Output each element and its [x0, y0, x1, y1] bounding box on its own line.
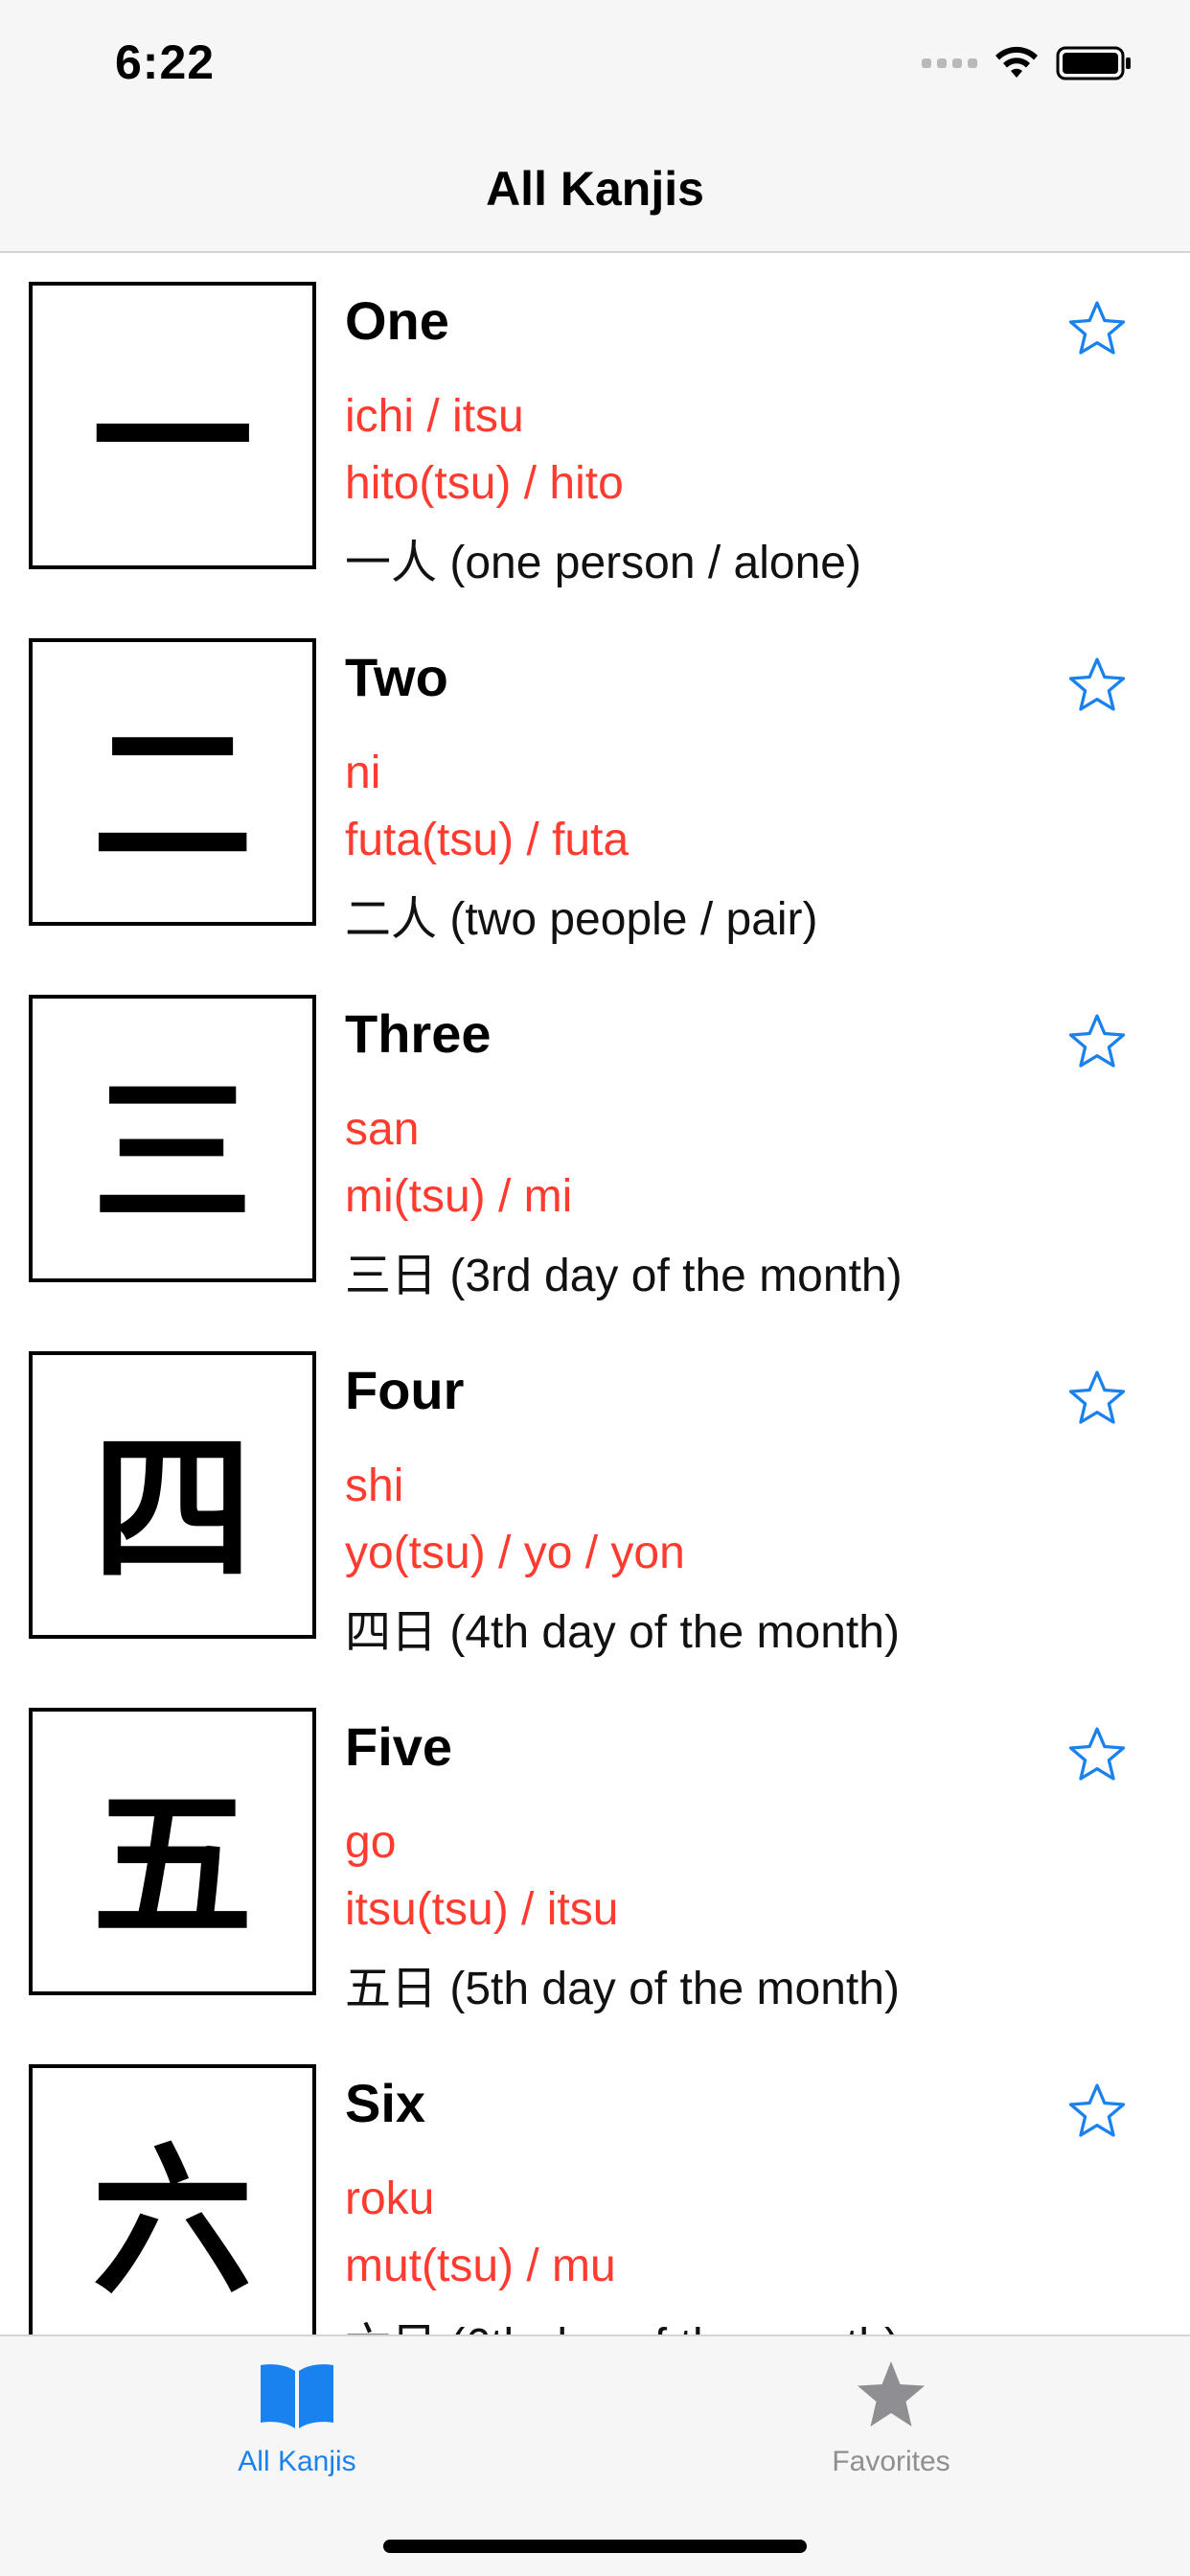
favorite-star-icon[interactable] [1067, 2082, 1127, 2141]
example-word: 三日 (3rd day of the month) [345, 1251, 903, 1301]
tab-all-kanjis[interactable]: All Kanjis [144, 2359, 450, 2494]
on-reading: ichi / itsu [345, 391, 524, 442]
favorite-star-icon[interactable] [1067, 1725, 1127, 1784]
tab-bar: All Kanjis Favorites [0, 2334, 1190, 2576]
kanji-character: 五 [29, 1708, 316, 1995]
tab-label: Favorites [832, 2446, 950, 2477]
status-indicators [922, 44, 1133, 82]
favorite-star-icon[interactable] [1067, 656, 1127, 715]
example-word: 四日 (4th day of the month) [345, 1607, 900, 1658]
kanji-character: 一 [29, 282, 316, 569]
example-word: 五日 (5th day of the month) [345, 1964, 900, 2014]
on-reading: ni [345, 748, 381, 798]
kun-reading: itsu(tsu) / itsu [345, 1884, 619, 1935]
home-indicator [383, 2540, 807, 2553]
favorite-star-icon[interactable] [1067, 1368, 1127, 1428]
kun-reading: futa(tsu) / futa [345, 815, 629, 865]
kun-reading: yo(tsu) / yo / yon [345, 1528, 685, 1578]
kanji-row[interactable]: 四 Four shi yo(tsu) / yo / yon 四日 (4th da… [0, 1322, 1190, 1679]
star-filled-icon [858, 2361, 925, 2426]
kun-reading: mi(tsu) / mi [345, 1171, 573, 1222]
status-time: 6:22 [115, 35, 216, 89]
navigation-bar: 6:22 All Kanjis [0, 0, 1190, 253]
on-reading: shi [345, 1460, 404, 1511]
kanji-meaning: One [345, 290, 449, 351]
on-reading: roku [345, 2174, 435, 2224]
favorite-star-icon[interactable] [1067, 1012, 1127, 1071]
kanji-row[interactable]: 三 Three san mi(tsu) / mi 三日 (3rd day of … [0, 966, 1190, 1322]
kanji-meaning: Six [345, 2073, 426, 2133]
kanji-meaning: Three [345, 1003, 492, 1064]
tab-label: All Kanjis [238, 2446, 356, 2477]
page-title: All Kanjis [486, 162, 704, 216]
kanji-meaning: Five [345, 1716, 453, 1777]
on-reading: go [345, 1817, 397, 1868]
book-icon [261, 2364, 333, 2428]
screen: 6:22 All Kanjis 一 One ichi / itsu hito(t… [0, 0, 1190, 2576]
kanji-character: 三 [29, 995, 316, 1282]
kun-reading: hito(tsu) / hito [345, 458, 624, 509]
kanji-character: 六 [29, 2064, 316, 2334]
kanji-character: 二 [29, 638, 316, 926]
kanji-meaning: Two [345, 647, 448, 707]
favorite-star-icon[interactable] [1067, 299, 1127, 358]
battery-icon [1056, 46, 1131, 80]
kanji-meaning: Four [345, 1360, 465, 1420]
example-word: 六日 (6th day of the month) [345, 2307, 900, 2334]
kanji-list[interactable]: 一 One ichi / itsu hito(tsu) / hito 一人 (o… [0, 253, 1190, 2334]
cellular-signal-icon [922, 58, 977, 68]
example-word: 二人 (two people / pair) [345, 894, 818, 945]
kanji-character: 四 [29, 1351, 316, 1639]
kanji-row[interactable]: 五 Five go itsu(tsu) / itsu 五日 (5th day o… [0, 1679, 1190, 2036]
example-word: 一人 (one person / alone) [345, 538, 861, 588]
kanji-row[interactable]: 二 Two ni futa(tsu) / futa 二人 (two people… [0, 610, 1190, 966]
tab-favorites[interactable]: Favorites [738, 2359, 1044, 2494]
kanji-row[interactable]: 六 Six roku mut(tsu) / mu 六日 (6th day of … [0, 2036, 1190, 2334]
wifi-icon [995, 46, 1038, 78]
kun-reading: mut(tsu) / mu [345, 2241, 616, 2291]
kanji-row[interactable]: 一 One ichi / itsu hito(tsu) / hito 一人 (o… [0, 253, 1190, 610]
on-reading: san [345, 1104, 420, 1155]
